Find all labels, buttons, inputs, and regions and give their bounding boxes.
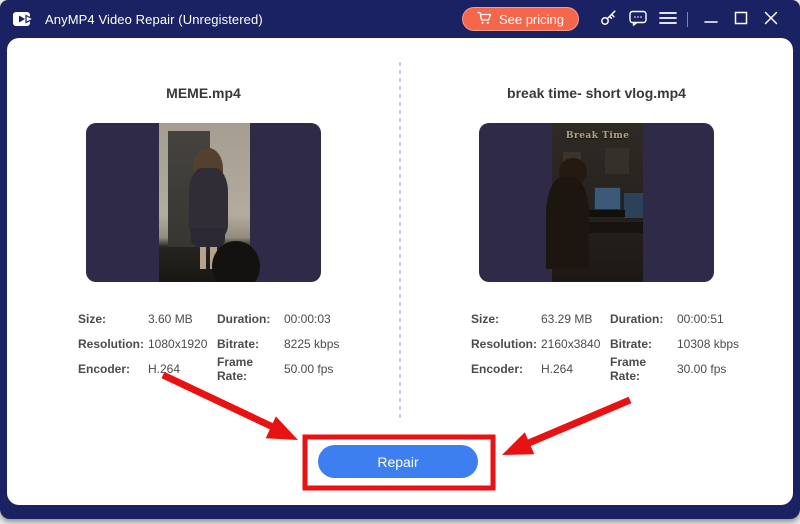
meta-label: Size: [471,312,541,326]
meta-label: Encoder: [78,362,148,376]
meta-label: Duration: [217,312,284,326]
meta-label: Resolution: [78,337,148,351]
video-thumbnail [86,123,321,282]
meta-value: 1080x1920 [148,337,217,351]
close-button[interactable] [756,5,786,33]
meta-value: 00:00:51 [677,312,739,326]
close-icon [764,11,778,28]
window-title: AnyMP4 Video Repair (Unregistered) [45,12,263,27]
video-metadata: Size: 63.29 MB Duration: 00:00:51 Resolu… [471,306,739,381]
meta-label: Encoder: [471,362,541,376]
maximize-button[interactable] [726,5,756,33]
meta-label: Frame Rate: [217,355,284,383]
meta-label: Resolution: [471,337,541,351]
meta-value: 63.29 MB [541,312,610,326]
key-icon [599,8,618,30]
maximize-icon [734,11,748,28]
meta-value: 50.00 fps [284,362,339,376]
video-thumbnail: Break Time [479,123,714,282]
meta-label: Bitrate: [610,337,677,351]
titlebar-divider [687,12,688,27]
meta-value: 8225 kbps [284,337,339,351]
meta-value: H.264 [541,362,610,376]
meta-value: 3.60 MB [148,312,217,326]
video-title: MEME.mp4 [7,85,400,101]
feedback-button[interactable] [623,5,653,33]
meta-label: Frame Rate: [610,355,677,383]
meta-value: 10308 kbps [677,337,739,351]
meta-label: Size: [78,312,148,326]
meta-value: 30.00 fps [677,362,739,376]
hamburger-menu-icon [659,11,677,28]
register-button[interactable] [593,5,623,33]
video-title: break time- short vlog.mp4 [400,85,793,101]
meta-value: 00:00:03 [284,312,339,326]
video-panel-right: break time- short vlog.mp4 Break Time Si… [400,38,793,505]
message-bubble-icon [628,9,648,30]
app-window: AnyMP4 Video Repair (Unregistered) See p… [0,0,800,519]
meta-value: 2160x3840 [541,337,610,351]
meta-label: Bitrate: [217,337,284,351]
repair-button[interactable]: Repair [318,445,478,478]
see-pricing-label: See pricing [499,12,564,27]
video-frame-art [159,123,251,282]
minimize-button[interactable] [696,5,726,33]
menu-button[interactable] [653,5,683,33]
see-pricing-button[interactable]: See pricing [462,7,579,31]
video-overlay-title: Break Time [552,131,644,141]
video-metadata: Size: 3.60 MB Duration: 00:00:03 Resolut… [78,306,339,381]
main-content: MEME.mp4 Size: 3.60 MB Duration: 00:00:0… [7,38,793,505]
meta-value: H.264 [148,362,217,376]
app-logo-icon [12,9,36,29]
titlebar[interactable]: AnyMP4 Video Repair (Unregistered) See p… [0,0,800,38]
video-panel-left: MEME.mp4 Size: 3.60 MB Duration: 00:00:0… [7,38,400,505]
minimize-icon [704,12,718,27]
shopping-cart-icon [477,11,492,28]
video-frame-art: Break Time [552,123,644,282]
meta-label: Duration: [610,312,677,326]
